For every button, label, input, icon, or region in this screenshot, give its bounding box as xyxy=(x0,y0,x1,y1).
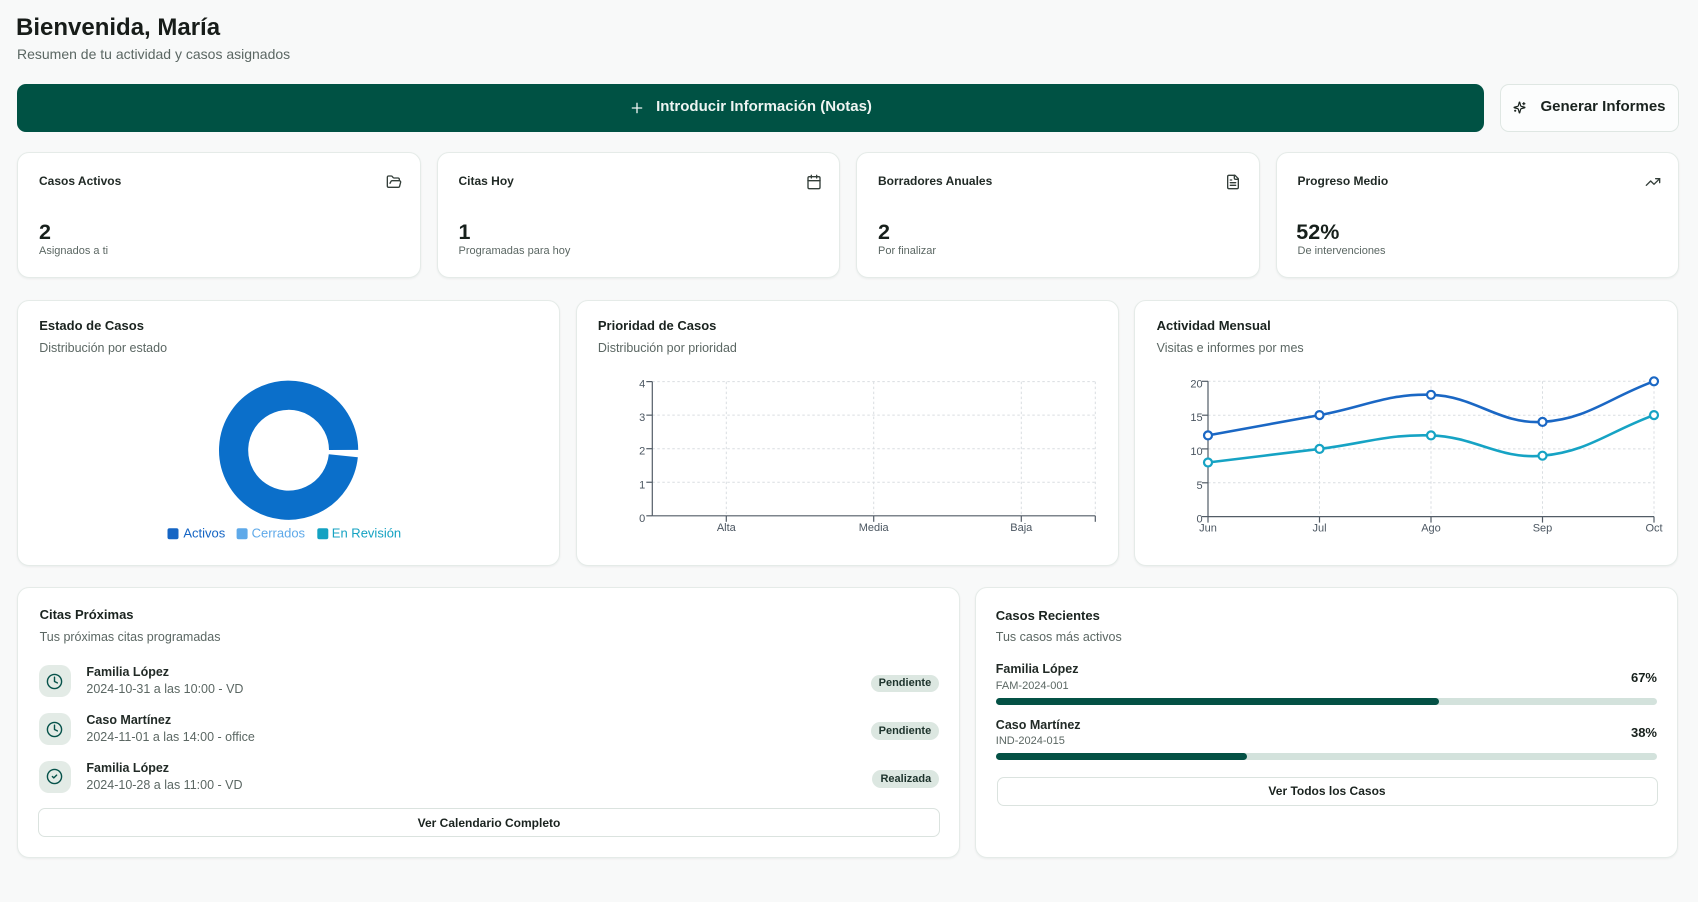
svg-text:15: 15 xyxy=(1191,412,1203,424)
svg-text:Baja: Baja xyxy=(1010,522,1033,534)
svg-text:Ago: Ago xyxy=(1422,522,1442,534)
svg-text:Oct: Oct xyxy=(1646,522,1663,534)
svg-text:0: 0 xyxy=(639,513,645,525)
svg-text:Jul: Jul xyxy=(1313,522,1327,534)
svg-text:Media: Media xyxy=(858,522,889,534)
svg-text:4: 4 xyxy=(639,379,645,391)
svg-text:5: 5 xyxy=(1197,480,1203,492)
svg-text:1: 1 xyxy=(639,479,645,491)
svg-text:3: 3 xyxy=(639,412,645,424)
svg-text:En Revisión: En Revisión xyxy=(332,526,401,541)
svg-text:Sep: Sep xyxy=(1533,522,1553,534)
svg-text:Jun: Jun xyxy=(1200,522,1218,534)
svg-text:Alta: Alta xyxy=(717,522,737,534)
svg-text:Cerrados: Cerrados xyxy=(252,526,306,541)
svg-text:2: 2 xyxy=(639,446,645,458)
svg-text:10: 10 xyxy=(1191,446,1203,458)
svg-text:Activos: Activos xyxy=(183,526,225,541)
svg-text:20: 20 xyxy=(1191,378,1203,390)
